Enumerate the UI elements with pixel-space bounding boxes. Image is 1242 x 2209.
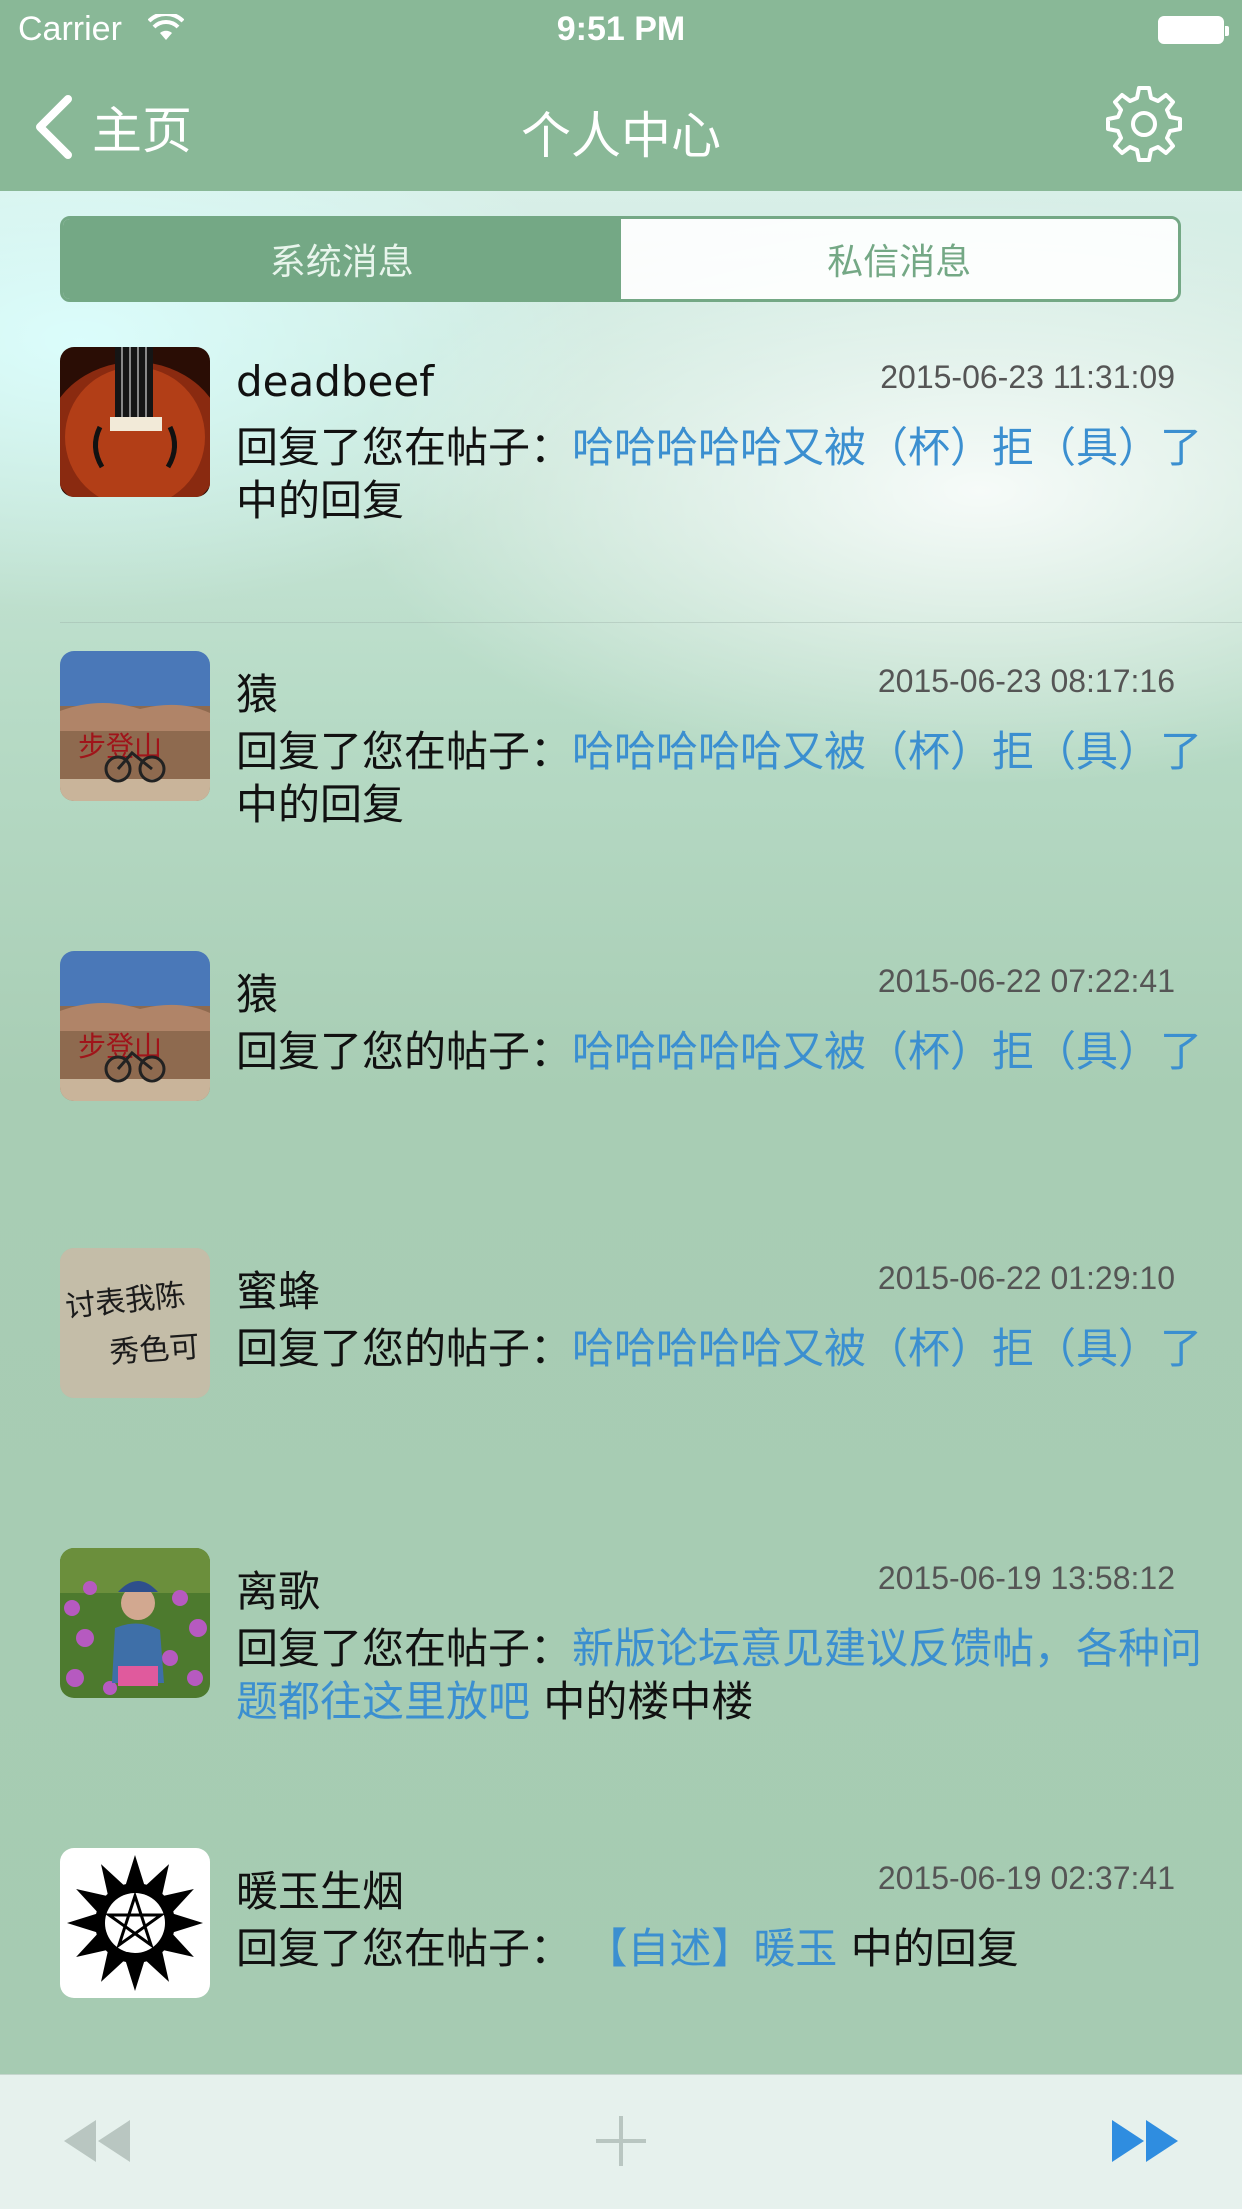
message-prefix: 回复了您在帖子： [236,423,573,472]
list-item[interactable]: 讨表我陈 秀色可 蜜蜂 2015-06-22 01:29:10 回复了您的帖子：… [60,1248,1242,1548]
battery-icon [1158,16,1229,44]
message-time: 2015-06-19 13:58:12 [877,1560,1175,1596]
tab-private-messages[interactable]: 私信消息 [620,219,1178,299]
navigation-bar: Carrier 9:51 PM 主页 个人中心 [0,0,1242,191]
message-prefix: 回复了您的帖子： [236,1324,573,1373]
message-suffix: 中的回复 [236,780,405,829]
message-suffix: 中的回复 [837,1924,1019,1973]
post-link[interactable]: 【自述】暖玉 [585,1924,837,1973]
message-prefix: 回复了您在帖子： [236,1924,586,1973]
message-body: 回复了您在帖子：哈哈哈哈哈又被（杯）拒（具）了 中的回复 [236,421,1241,527]
sender-name[interactable]: 暖玉生烟 [236,1858,404,1919]
list-item[interactable]: deadbeef 2015-06-23 11:31:09 回复了您在帖子：哈哈哈… [60,347,1242,647]
avatar[interactable] [60,347,210,497]
avatar[interactable] [60,1548,210,1698]
message-body: 回复了您的帖子：哈哈哈哈哈又被（杯）拒（具）了 [236,1025,1241,1078]
settings-gear-icon[interactable] [1104,84,1184,164]
sender-name[interactable]: 猿 [236,961,278,1022]
post-link[interactable]: 哈哈哈哈哈又被（杯）拒（具）了 [572,1324,1202,1373]
post-link[interactable]: 哈哈哈哈哈又被（杯）拒（具）了 [572,1027,1202,1076]
bottom-toolbar [0,2074,1242,2209]
post-link[interactable]: 哈哈哈哈哈又被（杯）拒（具）了 [572,727,1202,776]
message-prefix: 回复了您在帖子： [236,1624,573,1673]
avatar[interactable]: 步登山 [60,651,210,801]
message-body: 回复了您的帖子：哈哈哈哈哈又被（杯）拒（具）了 [236,1322,1241,1375]
message-time: 2015-06-23 08:17:16 [877,663,1175,699]
avatar[interactable]: 步登山 [60,951,210,1101]
sender-name[interactable]: 蜜蜂 [236,1258,320,1319]
message-body: 回复了您在帖子： 【自述】暖玉 中的回复 [236,1922,1241,1975]
sender-name[interactable]: 猿 [236,661,278,722]
message-body: 回复了您在帖子：新版论坛意见建议反馈帖，各种问题都往这里放吧 中的楼中楼 [236,1622,1241,1728]
message-time: 2015-06-22 07:22:41 [877,963,1175,999]
message-time: 2015-06-19 02:37:41 [877,1860,1175,1896]
list-item[interactable]: 离歌 2015-06-19 13:58:12 回复了您在帖子：新版论坛意见建议反… [60,1548,1242,1848]
sender-name[interactable]: deadbeef [236,357,434,406]
message-suffix: 中的回复 [236,476,405,525]
divider [60,622,1242,623]
message-suffix: 中的楼中楼 [530,1677,754,1726]
page-title: 个人中心 [521,107,721,165]
svg-text:秀色可: 秀色可 [108,1330,200,1371]
status-bar: Carrier 9:51 PM [0,0,1242,60]
avatar[interactable] [60,1848,210,1998]
rewind-icon[interactable] [60,2112,134,2170]
list-item[interactable]: 步登山 猿 2015-06-22 07:22:41 回复了您的帖子：哈哈哈哈哈又… [60,951,1242,1251]
sender-name[interactable]: 离歌 [236,1558,320,1619]
avatar[interactable]: 讨表我陈 秀色可 [60,1248,210,1398]
fast-forward-icon[interactable] [1108,2112,1182,2170]
post-link[interactable]: 哈哈哈哈哈又被（杯）拒（具）了 [572,423,1202,472]
plus-icon[interactable] [592,2112,650,2170]
message-time: 2015-06-22 01:29:10 [877,1260,1175,1296]
status-time: 9:51 PM [556,10,686,48]
list-item[interactable]: 步登山 猿 2015-06-23 08:17:16 回复了您在帖子：哈哈哈哈哈又… [60,651,1242,951]
message-prefix: 回复了您在帖子： [236,727,573,776]
message-prefix: 回复了您的帖子： [236,1027,573,1076]
message-time: 2015-06-23 11:31:09 [880,359,1175,395]
message-type-tabs: 系统消息 私信消息 [60,216,1181,302]
message-body: 回复了您在帖子：哈哈哈哈哈又被（杯）拒（具）了 中的回复 [236,725,1241,831]
tab-system-messages[interactable]: 系统消息 [63,219,621,299]
